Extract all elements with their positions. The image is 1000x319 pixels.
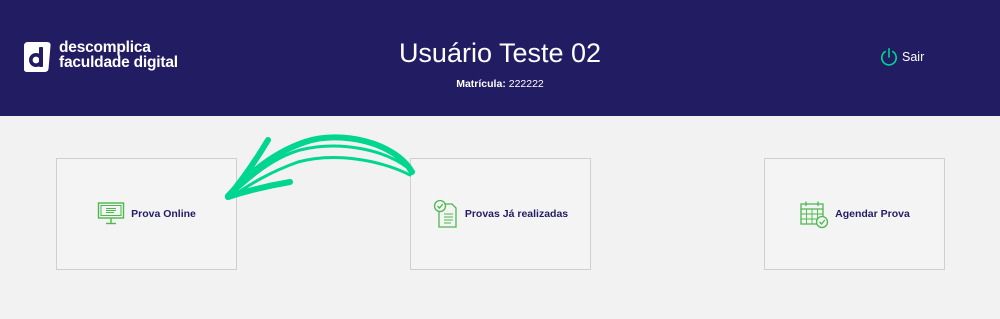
card-label: Provas Já realizadas — [464, 208, 569, 220]
enrollment-info: Matrícula: 222222 — [0, 78, 1000, 90]
monitor-icon — [97, 202, 125, 225]
card-agendar-prova[interactable]: Agendar Prova — [764, 158, 945, 270]
card-prova-online[interactable]: Prova Online — [56, 158, 237, 270]
logout-label: Sair — [902, 50, 925, 64]
card-provas-realizadas[interactable]: Provas Já realizadas — [410, 158, 591, 270]
top-header: descomplica faculdade digital Usuário Te… — [0, 0, 1000, 116]
user-name: Usuário Teste 02 — [398, 38, 602, 68]
card-label: Agendar Prova — [835, 208, 910, 220]
enrollment-label: Matrícula: — [456, 78, 506, 90]
power-icon — [881, 47, 897, 66]
enrollment-value: 222222 — [508, 78, 544, 90]
checked-document-icon — [433, 199, 457, 228]
logout-button[interactable]: Sair — [879, 47, 924, 67]
card-label: Prova Online — [131, 208, 196, 220]
calendar-check-icon — [800, 201, 829, 229]
